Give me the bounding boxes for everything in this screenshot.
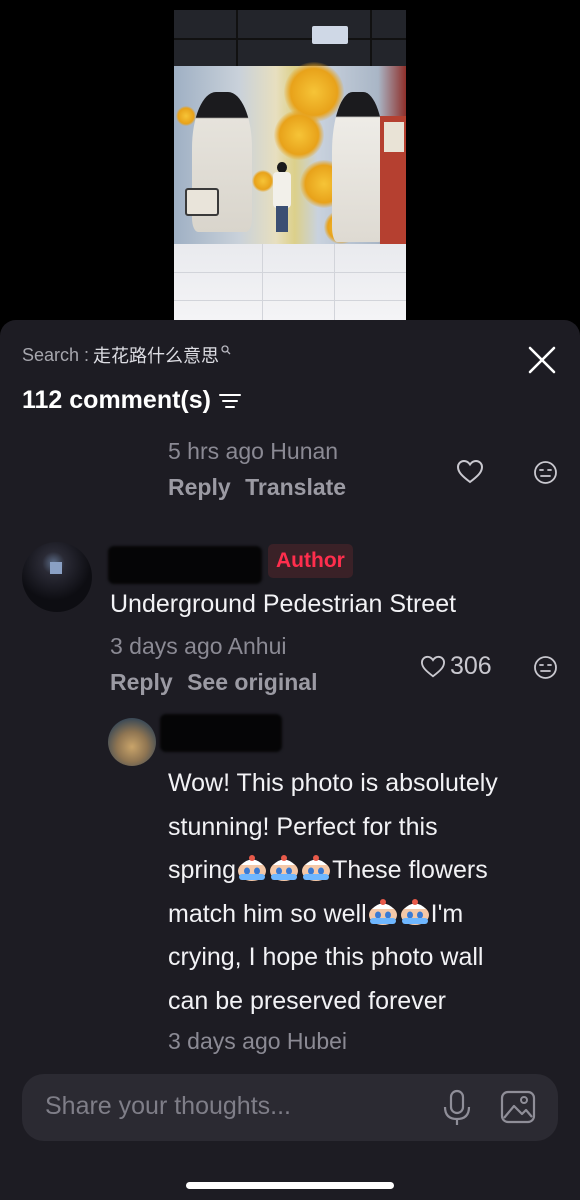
author-badge: Author — [268, 544, 353, 578]
search-icon — [221, 344, 231, 358]
translate-button[interactable]: Translate — [245, 474, 346, 500]
comment-meta: 3 days ago Anhui — [110, 633, 286, 660]
photo-ceiling-light — [312, 26, 348, 44]
photo-floor-line — [334, 244, 335, 320]
image-icon[interactable] — [500, 1090, 536, 1124]
photo-woman-coat — [273, 172, 291, 208]
heart-icon[interactable] — [456, 459, 484, 485]
reply-text[interactable]: Wow! This photo is absolutely stunning! … — [168, 762, 563, 1023]
reply-line: stunning! Perfect for this — [168, 812, 438, 841]
photo-tv-prop — [185, 188, 219, 216]
redacted-username — [108, 546, 262, 584]
comment-time: 3 days ago — [110, 633, 223, 659]
search-term[interactable]: 走花路什么意思 — [93, 342, 219, 368]
comment-input[interactable]: Share your thoughts... — [22, 1074, 558, 1141]
comment-meta: 5 hrs ago Hunan — [168, 438, 338, 465]
see-original-button[interactable]: See original — [187, 669, 317, 695]
comment-time: 5 hrs ago — [168, 438, 264, 464]
crying-emoji-icon — [367, 897, 399, 925]
comment-count-header: 112 comment(s) — [22, 386, 241, 415]
crying-emoji-icon — [300, 853, 332, 881]
reply-line: crying, I hope this photo wall — [168, 943, 484, 971]
photo-flower — [274, 110, 324, 160]
like-button[interactable]: 306 — [420, 652, 492, 681]
photo-flower — [252, 170, 274, 192]
photo-floor-line — [174, 272, 406, 273]
comment-input-placeholder: Share your thoughts... — [45, 1092, 291, 1120]
photo-poster-figure — [332, 92, 384, 242]
reaction-icon[interactable] — [533, 460, 558, 485]
photo-notice — [384, 122, 404, 152]
avatar[interactable] — [22, 542, 92, 612]
comment-text[interactable]: Underground Pedestrian Street — [110, 590, 456, 619]
reply-segment: match him so well — [168, 899, 367, 928]
search-suggestion[interactable]: Search : 走花路什么意思 — [22, 342, 231, 368]
photo-woman-legs — [276, 206, 288, 232]
crying-emoji-icon — [236, 853, 268, 881]
photo-floor-line — [262, 244, 263, 320]
reply-line: can be preserved forever — [168, 986, 446, 1015]
crying-emoji-icon — [268, 853, 300, 881]
post-photo[interactable] — [174, 10, 406, 320]
avatar-window — [50, 562, 62, 574]
avatar[interactable] — [108, 718, 156, 766]
microphone-icon[interactable] — [442, 1089, 472, 1127]
search-prefix: Search : — [22, 344, 90, 365]
photo-beam — [370, 10, 372, 66]
comment-time: 3 days ago — [168, 1028, 281, 1054]
comment-actions: Reply Translate — [168, 474, 346, 501]
reply-segment: These flowers — [332, 856, 488, 884]
comment-meta: 3 days ago Hubei — [168, 1028, 347, 1055]
comment-count: 112 comment(s) — [22, 386, 211, 414]
reply-button[interactable]: Reply — [168, 474, 231, 500]
reply-button[interactable]: Reply — [110, 669, 173, 695]
reply-line: Wow! This photo is absolutely — [168, 769, 498, 797]
photo-floor-line — [174, 300, 406, 301]
photo-flower — [176, 106, 196, 126]
reply-line: match him so well I'm — [168, 893, 563, 937]
like-count: 306 — [450, 652, 492, 680]
photo-beam — [236, 10, 238, 66]
photo-woman — [272, 162, 292, 232]
comment-location: Hunan — [270, 438, 339, 464]
comment-location: Anhui — [227, 633, 287, 659]
reaction-icon[interactable] — [533, 655, 558, 680]
comment-actions: Reply See original — [110, 669, 317, 696]
sort-icon[interactable] — [218, 392, 241, 410]
photo-floor — [174, 244, 406, 320]
redacted-username — [160, 714, 282, 752]
heart-icon — [420, 655, 446, 677]
comment-location: Hubei — [286, 1028, 348, 1054]
crying-emoji-icon — [399, 897, 431, 925]
close-icon — [528, 346, 556, 374]
reply-segment: spring — [168, 856, 237, 884]
home-indicator[interactable] — [186, 1182, 394, 1189]
reply-line: spring These flowers — [168, 849, 563, 893]
close-button[interactable] — [526, 344, 558, 376]
reply-segment: I'm — [430, 899, 464, 928]
comments-sheet: Search : 走花路什么意思 112 comment(s) 5 hrs ag… — [0, 320, 580, 1200]
